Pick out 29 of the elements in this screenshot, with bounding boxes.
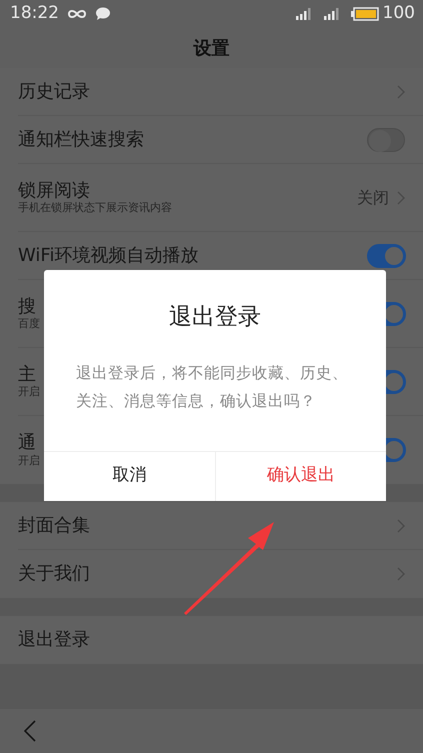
dialog-title: 退出登录 xyxy=(168,303,262,332)
battery-percent: 100 xyxy=(382,2,415,26)
dialog-message: 退出登录后，将不能同步收藏、历史、关注、消息等信息，确认退出吗？ xyxy=(75,362,349,412)
toggle-switch[interactable] xyxy=(367,244,405,268)
row-description: 开启 xyxy=(18,385,40,400)
row-label: 锁屏阅读 xyxy=(18,180,90,202)
row-label: WiFi环境视频自动播放 xyxy=(18,244,198,266)
settings-row[interactable]: 通知栏快速搜索 xyxy=(18,116,423,164)
row-label: 搜 xyxy=(18,296,36,318)
row-label: 关于我们 xyxy=(18,563,90,585)
confirm-button[interactable]: 确认退出 xyxy=(214,450,386,500)
row-label: 历史记录 xyxy=(18,80,90,102)
row-label: 主 xyxy=(18,364,36,386)
page-title: 设置 xyxy=(194,36,230,60)
clock: 18:22 xyxy=(10,2,59,26)
chat-bubble-icon xyxy=(95,7,111,21)
row-description: 手机在锁屏状态下展示资讯内容 xyxy=(18,201,172,216)
row-description: 百度 xyxy=(18,317,40,332)
row-description: 开启 xyxy=(18,454,40,468)
row-label: 退出登录 xyxy=(18,629,90,651)
settings-row[interactable]: 历史记录 xyxy=(18,68,423,116)
cancel-button[interactable]: 取消 xyxy=(44,450,214,500)
infinity-icon xyxy=(67,9,87,19)
row-label: 封面合集 xyxy=(18,514,90,536)
row-label: 通知栏快速搜索 xyxy=(18,128,144,150)
settings-row[interactable]: 关于我们 xyxy=(18,550,423,598)
back-icon[interactable] xyxy=(24,720,36,742)
battery-icon xyxy=(350,7,379,21)
row-label: 通 xyxy=(18,432,36,454)
